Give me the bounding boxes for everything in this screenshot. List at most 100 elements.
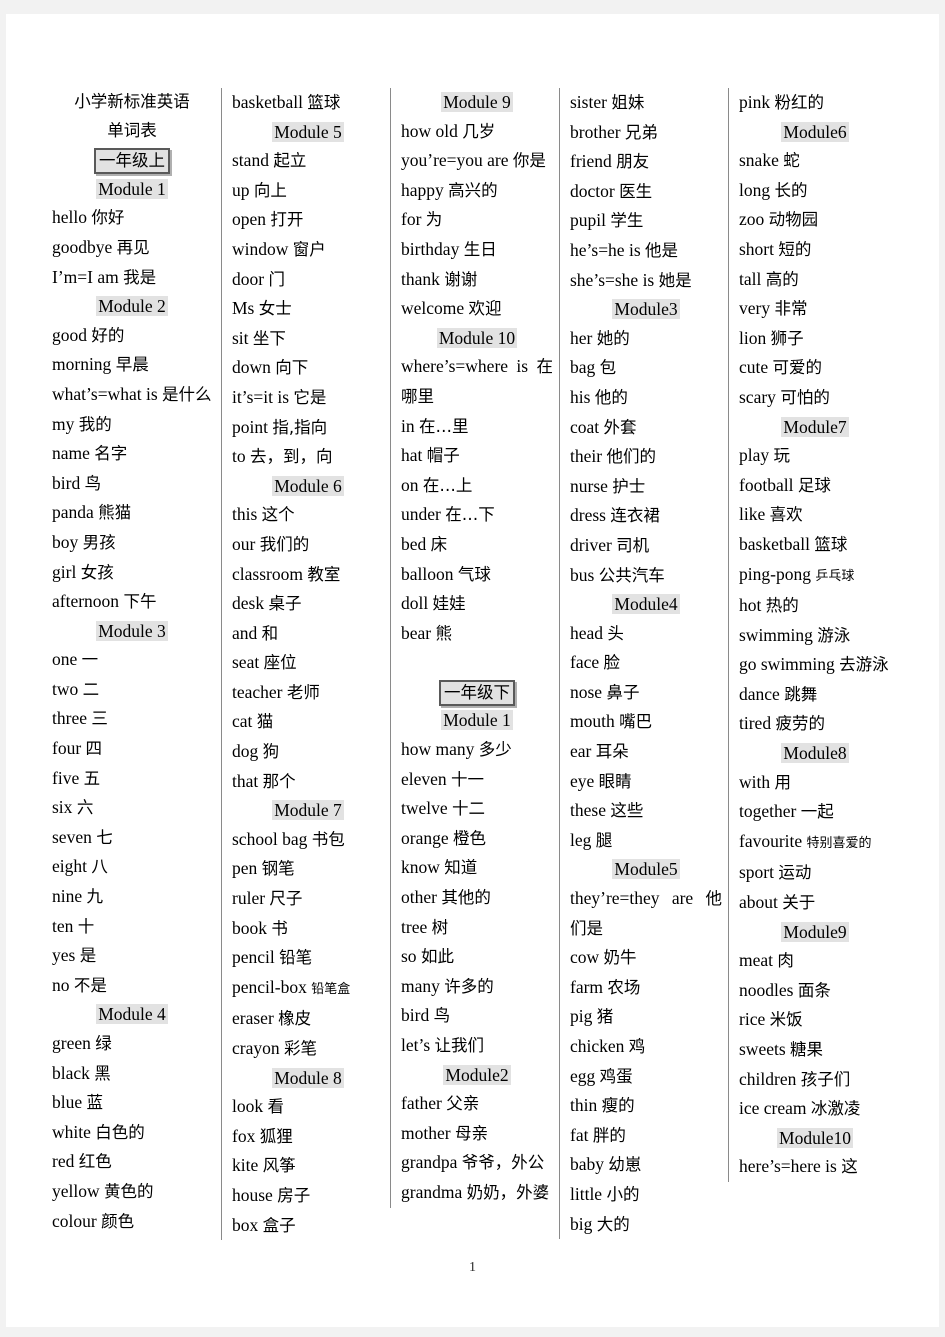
vocabulary-entry: seat 座位 [232,648,384,678]
entry-chinese: 篮球 [307,93,341,112]
entry-english: his [570,386,595,407]
vocabulary-entry: tall 高的 [739,265,891,295]
vocabulary-entry: bus 公共汽车 [570,561,722,591]
entry-chinese: 她是 [658,270,692,290]
entry-english: grandma [401,1181,467,1202]
entry-english: doll [401,593,433,614]
entry-english: welcome [401,298,469,319]
vocabulary-entry: hot 热的 [739,591,891,621]
vocabulary-entry: bed 床 [401,530,553,560]
entry-chinese: 去，到，向 [250,447,333,467]
entry-chinese: 玩 [773,446,791,466]
entry-english: meat [739,950,778,971]
vocabulary-entry: tree 树 [401,913,553,943]
entry-english: with [739,771,775,792]
vocabulary-entry: panda 熊猫 [52,498,212,528]
entry-english: know [401,857,445,878]
vocabulary-entry: basketball 篮球 [232,88,384,118]
vocabulary-entry: basketball 篮球 [739,530,891,560]
entry-english: seat [232,652,264,673]
entry-chinese: 红色 [78,1152,112,1172]
entry-english: crayon [232,1038,284,1058]
entry-english: father [401,1093,447,1114]
vocabulary-entry: sport 运动 [739,858,891,888]
module-heading: Module 1 [52,175,212,204]
entry-chinese: 二 [82,679,100,699]
entry-chinese: 一 [81,650,99,670]
vocabulary-entry: crayon 彩笔 [232,1034,384,1064]
entry-english: play [739,445,774,466]
column-1: 小学新标准英语 单词表 一年级上 Module 1 hello 你好 goodbye 再见… [52,88,221,1236]
entry-english: up [232,179,254,200]
entry-chinese: 八 [91,857,108,877]
entry-chinese: 你是 [512,151,546,171]
vocabulary-entry: brother 兄弟 [570,118,722,148]
entry-chinese: 粉红的 [774,93,825,112]
vocabulary-entry: how many 多少 [401,735,553,765]
vocabulary-entry: friend 朋友 [570,147,722,177]
entry-chinese: 不是 [73,975,107,995]
entry-chinese: 可怕的 [780,387,830,407]
vocabulary-entry: this 这个 [232,500,384,530]
entry-english: lion [739,327,771,348]
vocabulary-entry: their 他们的 [570,442,722,472]
entry-english: red [52,1151,79,1172]
entry-english: colour [52,1210,102,1231]
vocabulary-entry: scary 可怕的 [739,383,891,413]
vocabulary-entry: cute 可爱的 [739,353,891,383]
entry-chinese: 蓝 [86,1093,104,1113]
entry-english: sit [232,327,253,348]
vocabulary-entry: ice cream 冰激凌 [739,1094,891,1124]
entry-chinese: 鸟 [84,473,102,493]
entry-chinese: 铅笔 [279,948,313,968]
entry-english: rice [739,1009,770,1030]
entry-english: let’s [401,1035,435,1055]
entry-chinese: 猪 [596,1007,614,1027]
entry-english: my [52,413,79,434]
vocabulary-entry: sister 姐妹 [570,88,722,118]
entry-english: bag [570,357,600,378]
module-heading: Module8 [739,739,891,768]
module-heading-label: Module 1 [96,178,168,199]
vocabulary-entry: and 和 [232,619,384,649]
vocabulary-entry: football 足球 [739,471,891,501]
vocabulary-entry: welcome 欢迎 [401,294,553,324]
vocabulary-entry: very 非常 [739,294,891,324]
entry-chinese: 五 [83,768,101,788]
entry-chinese: 九 [86,887,104,907]
module-heading-label: Module5 [612,859,680,880]
vocabulary-entry: kite 风筝 [232,1151,384,1181]
module-heading-label: Module2 [443,1064,511,1085]
vocabulary-entry: with 用 [739,768,891,798]
vocabulary-entry: girl 女孩 [52,558,212,588]
entry-chinese: 书包 [311,829,345,849]
vocabulary-entry: where’s=where is 在哪里 [401,352,553,411]
entry-chinese: 兄弟 [624,122,658,142]
entry-english: pink [739,92,775,112]
entry-chinese: 在…下 [445,505,495,525]
vocabulary-entry: eraser 橡皮 [232,1004,384,1034]
entry-english: to [232,446,250,467]
entry-chinese: 鸡蛋 [599,1066,633,1086]
entry-chinese: 颜色 [101,1211,135,1231]
module-heading: Module6 [739,118,891,147]
vocabulary-entry: dog 狗 [232,737,384,767]
entry-chinese: 公共汽车 [598,565,665,585]
vocabulary-entry: go swimming 去游泳 [739,650,891,680]
entry-chinese: 胖的 [592,1125,626,1145]
entry-english: it’s=it is [232,386,294,407]
module-heading: Module3 [570,295,722,324]
vocabulary-entry: classroom 教室 [232,560,384,590]
entry-english: tree [401,916,432,937]
module-heading: Module 9 [401,88,553,117]
entry-chinese: 这些 [610,801,644,821]
entry-english: dance [739,683,785,704]
vocabulary-entry: other 其他的 [401,883,553,913]
entry-chinese: 生日 [463,239,497,259]
vocabulary-entry: grandpa 爷爷，外公 [401,1148,553,1178]
entry-english: tall [739,268,766,289]
entry-chinese: 打开 [270,210,304,230]
entry-chinese: 爷爷，外公 [461,1153,545,1173]
entry-chinese: 蛇 [783,151,800,171]
